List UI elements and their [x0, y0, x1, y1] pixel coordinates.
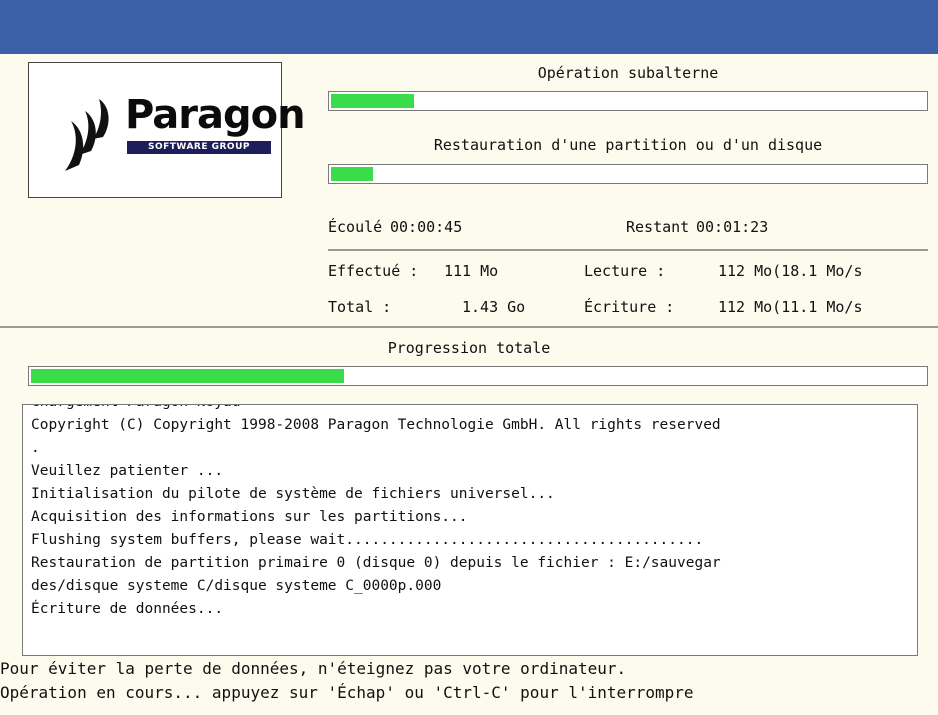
remaining-label: Restant — [626, 218, 690, 236]
stats-divider — [328, 249, 928, 251]
log-line: des/disque systeme C/disque systeme C_00… — [31, 578, 442, 594]
backup-progress-window: Paragon SOFTWARE GROUP Opération subalte… — [0, 54, 938, 715]
write-value: 112 Mo(11.1 Mo/s — [718, 298, 863, 316]
log-line: Acquisition des informations sur les par… — [31, 509, 468, 525]
total-size-label: Total : — [328, 298, 392, 316]
restore-operation-progress-fill — [331, 167, 373, 181]
elapsed-value: 00:00:45 — [390, 218, 463, 236]
cancel-hint: Opération en cours... appuyez sur 'Échap… — [0, 683, 694, 702]
total-divider — [0, 326, 938, 328]
restore-operation-label: Restauration d'une partition ou d'un dis… — [433, 136, 823, 154]
log-line: Restauration de partition primaire 0 (di… — [31, 555, 721, 571]
paragon-swoosh-icon — [65, 99, 109, 171]
log-line: Initialisation du pilote de système de f… — [31, 486, 555, 502]
sub-operation-progress-bar — [328, 91, 928, 111]
title-bar — [0, 0, 938, 55]
log-lines: Chargement Paragon Noyau Copyright (C) C… — [31, 405, 913, 621]
warning-message: Pour éviter la perte de données, n'éteig… — [0, 659, 627, 678]
paragon-logo: Paragon SOFTWARE GROUP — [28, 62, 306, 198]
log-output[interactable]: Chargement Paragon Noyau Copyright (C) C… — [22, 404, 918, 656]
log-line: . — [31, 440, 40, 456]
done-value: 111 Mo — [444, 262, 499, 280]
log-line: Écriture de données... — [31, 601, 224, 617]
read-label: Lecture : — [584, 262, 666, 280]
sub-operation-label: Opération subalterne — [537, 64, 719, 82]
restore-operation-progress-bar — [328, 164, 928, 184]
remaining-value: 00:01:23 — [696, 218, 769, 236]
log-line: Flushing system buffers, please wait....… — [31, 532, 704, 548]
log-line: Chargement Paragon Noyau — [31, 405, 913, 414]
total-progress-bar — [28, 366, 928, 386]
logo-subtitle: SOFTWARE GROUP — [127, 141, 271, 154]
total-progress-label: Progression totale — [387, 339, 551, 357]
write-label: Écriture : — [584, 298, 675, 316]
total-size-value: 1.43 Go — [462, 298, 526, 316]
total-progress-fill — [31, 369, 344, 383]
sub-operation-progress-fill — [331, 94, 415, 108]
read-value: 112 Mo(18.1 Mo/s — [718, 262, 863, 280]
logo-wordmark: Paragon — [125, 92, 306, 138]
done-label: Effectué : — [328, 262, 419, 280]
log-line: Copyright (C) Copyright 1998-2008 Parago… — [31, 417, 721, 433]
elapsed-label: Écoulé — [328, 218, 383, 236]
log-line: Veuillez patienter ... — [31, 463, 224, 479]
